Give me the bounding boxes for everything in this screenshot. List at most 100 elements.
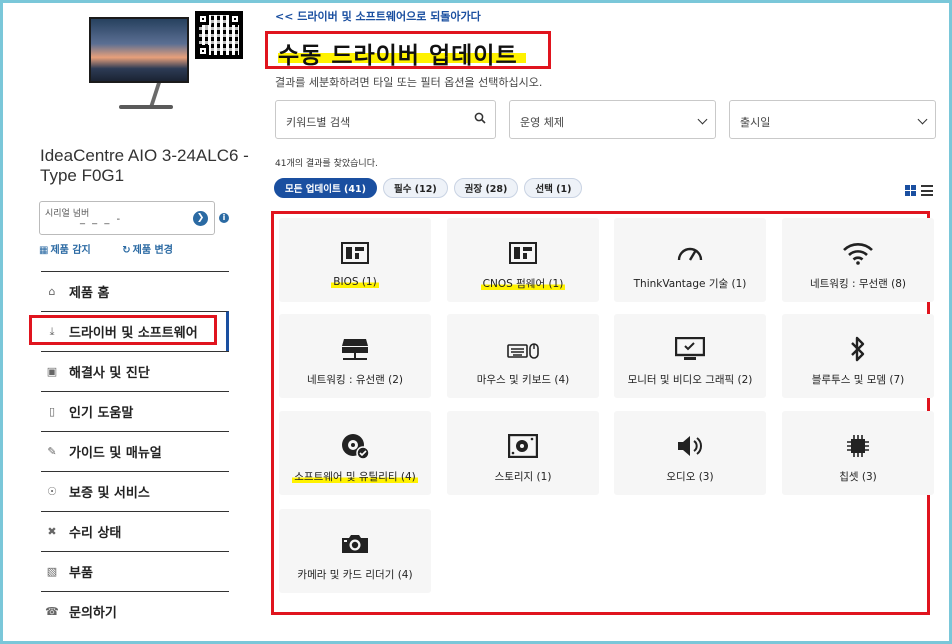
tile-camera-card-reader[interactable]: 카메라 및 카드 리더기 (4) xyxy=(279,509,431,593)
sidebar-item-warranty[interactable]: ☉ 보증 및 서비스 xyxy=(41,471,229,511)
qr-code-icon xyxy=(195,11,243,59)
tile-thinkvantage[interactable]: ThinkVantage 기술 (1) xyxy=(614,218,766,302)
tile-label: ThinkVantage 기술 (1) xyxy=(633,278,747,290)
sidebar-item-label: 보증 및 서비스 xyxy=(69,486,150,501)
headset-icon: ☎ xyxy=(45,604,59,618)
sidebar-nav: ⌂ 제품 홈 ⤓ 드라이버 및 소프트웨어 ▣ 해결사 및 진단 ▯ 인기 도움… xyxy=(41,271,229,631)
tile-audio[interactable]: 오디오 (3) xyxy=(614,411,766,495)
book-icon: ▯ xyxy=(48,404,56,418)
pill-recommended[interactable]: 권장 (28) xyxy=(453,178,519,198)
tile-wireless-lan[interactable]: 네트워킹 : 무선랜 (8) xyxy=(782,218,934,302)
tile-mouse-keyboard[interactable]: 마우스 및 키보드 (4) xyxy=(447,314,599,398)
sidebar-item-repair-status[interactable]: ✖ 수리 상태 xyxy=(41,511,229,551)
guide-icon: ✎ xyxy=(47,444,57,458)
tile-wired-lan[interactable]: 네트워킹 : 유선랜 (2) xyxy=(279,314,431,398)
pill-all-updates[interactable]: 모든 업데이트 (41) xyxy=(274,178,377,198)
list-view-icon[interactable] xyxy=(921,185,933,196)
tile-label: 소프트웨어 및 유틸리티 (4) xyxy=(292,471,418,483)
serial-masked-value: _ _ _ - xyxy=(80,214,123,225)
sidebar-item-label: 제품 홈 xyxy=(69,286,110,301)
tile-label: 카메라 및 카드 리더기 (4) xyxy=(297,569,413,581)
network-switch-icon xyxy=(279,336,431,362)
sidebar-item-parts[interactable]: ▧ 부품 xyxy=(41,551,229,591)
detect-product-label: 제품 감지 xyxy=(50,245,91,256)
os-select[interactable]: 운영 체제 xyxy=(509,100,716,139)
serial-number-input[interactable]: 시리얼 넘버 _ _ _ - ❯ xyxy=(39,201,215,235)
tile-bios[interactable]: BIOS (1) xyxy=(279,218,431,302)
tile-label: 모니터 및 비디오 그래픽 (2) xyxy=(627,374,753,386)
sidebar-item-label: 인기 도움말 xyxy=(69,406,134,421)
diagnostic-icon: ▣ xyxy=(46,364,58,378)
product-sidebar: IdeaCentre AIO 3-24ALC6 - Type F0G1 시리얼 … xyxy=(3,3,249,644)
sidebar-item-label: 가이드 및 매뉴얼 xyxy=(69,446,162,461)
tile-label: 스토리지 (1) xyxy=(494,471,552,483)
pill-critical[interactable]: 필수 (12) xyxy=(382,178,448,198)
sidebar-item-label: 문의하기 xyxy=(69,606,117,621)
shield-icon: ☉ xyxy=(47,484,57,498)
release-date-select[interactable]: 출시일 xyxy=(729,100,936,139)
pill-optional[interactable]: 선택 (1) xyxy=(524,178,583,198)
sidebar-item-troubleshoot[interactable]: ▣ 해결사 및 진단 xyxy=(41,351,229,391)
back-to-drivers-link[interactable]: << 드라이버 및 소프트웨어으로 되돌아가다 xyxy=(275,8,481,24)
page-subtitle: 결과를 세분화하려면 타일 또는 필터 옵션을 선택하십시오. xyxy=(275,76,543,89)
sidebar-item-label: 수리 상태 xyxy=(69,526,122,541)
chipset-icon xyxy=(782,433,934,459)
wifi-icon xyxy=(782,240,934,266)
bluetooth-icon xyxy=(782,336,934,362)
tile-software-utilities[interactable]: 소프트웨어 및 유틸리티 (4) xyxy=(279,411,431,495)
sidebar-item-drivers-software[interactable]: ⤓ 드라이버 및 소프트웨어 xyxy=(41,311,229,351)
info-icon[interactable]: i xyxy=(219,213,229,223)
release-select-label: 출시일 xyxy=(740,116,771,129)
gauge-icon xyxy=(614,240,766,266)
view-toggle xyxy=(905,185,933,196)
detect-product-link[interactable]: ▦ 제품 감지 xyxy=(39,245,91,256)
chevron-down-icon xyxy=(917,112,928,126)
search-icon[interactable] xyxy=(474,112,486,127)
download-icon: ⤓ xyxy=(49,324,55,338)
results-count: 41개의 결과를 찾았습니다. xyxy=(275,159,378,169)
change-product-label: 제품 변경 xyxy=(132,245,173,256)
detect-icon: ▦ xyxy=(39,245,49,256)
tile-label: BIOS (1) xyxy=(331,276,379,288)
sidebar-item-guides-manuals[interactable]: ✎ 가이드 및 매뉴얼 xyxy=(41,431,229,471)
product-image xyxy=(89,13,191,113)
sidebar-item-popular-help[interactable]: ▯ 인기 도움말 xyxy=(41,391,229,431)
os-select-label: 운영 체제 xyxy=(520,116,564,129)
annotation-box-title: 수동 드라이버 업데이트 xyxy=(265,31,551,69)
product-links: ▦ 제품 감지 ↻ 제품 변경 xyxy=(39,241,201,256)
tile-chipset[interactable]: 칩셋 (3) xyxy=(782,411,934,495)
tile-label: 블루투스 및 모뎀 (7) xyxy=(811,374,905,386)
tile-bluetooth-modem[interactable]: 블루투스 및 모뎀 (7) xyxy=(782,314,934,398)
home-icon: ⌂ xyxy=(48,284,56,298)
sidebar-item-product-home[interactable]: ⌂ 제품 홈 xyxy=(41,271,229,311)
keyword-search-input[interactable]: 키워드별 검색 xyxy=(275,100,496,139)
sidebar-item-label: 부품 xyxy=(69,566,93,581)
sidebar-item-contact[interactable]: ☎ 문의하기 xyxy=(41,591,229,631)
page-title: 수동 드라이버 업데이트 xyxy=(278,43,518,69)
firmware-chip-icon xyxy=(447,240,599,266)
search-placeholder: 키워드별 검색 xyxy=(286,116,351,129)
tile-label: 오디오 (3) xyxy=(666,471,714,483)
refresh-icon: ↻ xyxy=(122,245,131,256)
grid-view-icon[interactable] xyxy=(905,185,916,196)
bios-chip-icon xyxy=(279,240,431,266)
serial-submit-button[interactable]: ❯ xyxy=(193,211,208,226)
tile-label: 마우스 및 키보드 (4) xyxy=(476,374,570,386)
tile-cnos-firmware[interactable]: CNOS 펌웨어 (1) xyxy=(447,218,599,302)
update-type-pills: 모든 업데이트 (41) 필수 (12) 권장 (28) 선택 (1) xyxy=(274,178,583,198)
keyboard-mouse-icon xyxy=(447,336,599,362)
software-disc-icon xyxy=(279,433,431,460)
part-icon: ▧ xyxy=(46,564,58,578)
change-product-link[interactable]: ↻ 제품 변경 xyxy=(122,245,173,256)
tile-storage[interactable]: 스토리지 (1) xyxy=(447,411,599,495)
sidebar-item-label: 해결사 및 진단 xyxy=(69,366,150,381)
speaker-icon xyxy=(614,433,766,459)
tile-monitor-video[interactable]: 모니터 및 비디오 그래픽 (2) xyxy=(614,314,766,398)
sidebar-item-label: 드라이버 및 소프트웨어 xyxy=(69,326,198,341)
hard-drive-icon xyxy=(447,433,599,459)
camera-icon xyxy=(279,531,431,557)
tile-label: 칩셋 (3) xyxy=(839,471,877,483)
chevron-down-icon xyxy=(697,112,708,126)
tile-label: 네트워킹 : 무선랜 (8) xyxy=(809,278,907,290)
product-name: IdeaCentre AIO 3-24ALC6 - Type F0G1 xyxy=(40,146,249,185)
